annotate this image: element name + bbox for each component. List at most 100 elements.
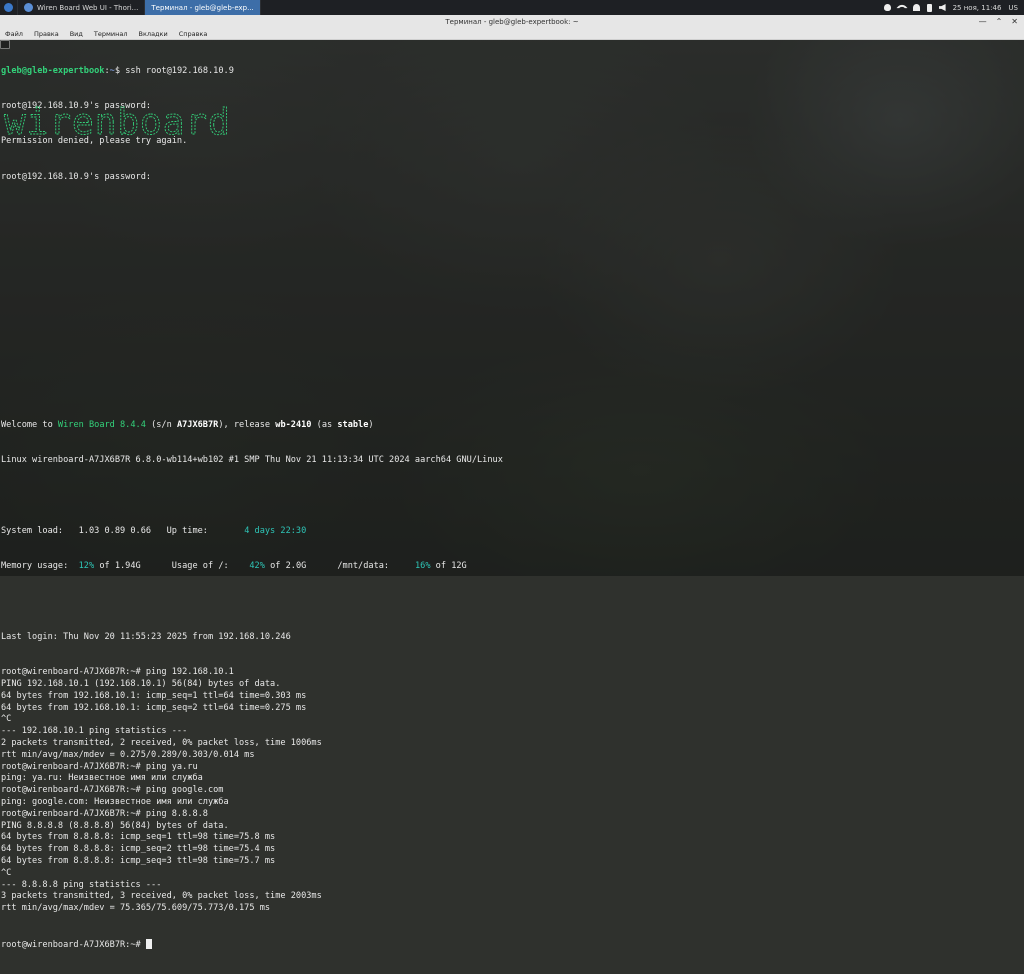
output-text: ping: google.com: Неизвестное имя или сл… [1, 797, 229, 807]
browser-icon [24, 3, 33, 12]
sysload-value: 1.03 0.89 0.66 [78, 525, 152, 536]
menu-file[interactable]: Файл [5, 30, 23, 38]
output-text: 2 packets transmitted, 2 received, 0% pa… [1, 738, 322, 749]
command-output-block: root@wirenboard-A7JX6B7R:~# ping 192.168… [1, 667, 503, 915]
maximize-button[interactable]: ⌃ [996, 17, 1003, 27]
battery-icon[interactable] [926, 3, 932, 12]
taskbar-item-terminal[interactable]: Терминал - gleb@gleb-exp... [0, 0, 261, 49]
menu-edit[interactable]: Правка [34, 30, 59, 38]
output-text: --- 192.168.10.1 ping statistics --- [1, 726, 188, 737]
welcome-as-prefix: (as [311, 419, 338, 430]
local-prompt-user: gleb@gleb-expertbook [1, 65, 105, 76]
output-line: 64 bytes from 192.168.10.1: icmp_seq=1 t… [1, 691, 503, 703]
current-prompt-line: root@wirenboard-A7JX6B7R:~# [1, 938, 503, 951]
data-label: /mnt/data: [306, 561, 415, 572]
welcome-sn-prefix: (s/n [145, 419, 177, 430]
output-text: --- 8.8.8.8 ping statistics --- [1, 879, 162, 890]
output-line: 64 bytes from 8.8.8.8: icmp_seq=1 ttl=98… [1, 832, 503, 844]
terminal-line: System load: 1.03 0.89 0.66 Up time: 4 d… [1, 526, 503, 538]
output-text: PING 192.168.10.1 (192.168.10.1) 56(84) … [1, 679, 281, 690]
app-menu-icon [4, 3, 13, 12]
output-line: ^C [1, 868, 503, 880]
root-of: of 2.0G [264, 561, 307, 572]
lightbulb-icon[interactable] [883, 4, 891, 11]
mem-label: Memory usage: [1, 561, 79, 572]
wifi-icon[interactable] [895, 1, 908, 14]
app-menu-button[interactable] [0, 0, 18, 15]
window-titlebar[interactable]: Терминал - gleb@gleb-expertbook: ~ — ⌃ ✕ [0, 15, 1024, 29]
remote-prompt: root@wirenboard-A7JX6B7R:~# [1, 808, 141, 819]
close-button[interactable]: ✕ [1011, 17, 1018, 27]
output-line: ^C [1, 714, 503, 726]
output-text: 64 bytes from 192.168.10.1: icmp_seq=1 t… [1, 690, 307, 701]
logo-spacer [1, 207, 503, 219]
welcome-prefix: Welcome to [1, 419, 58, 430]
welcome-release: wb-2410 [275, 419, 312, 430]
minimize-button[interactable]: — [979, 17, 987, 27]
menu-tabs[interactable]: Вкладки [139, 30, 168, 38]
data-pct: 16% [414, 561, 431, 572]
wirenboard-ascii-logo: wirenboard [4, 102, 231, 140]
local-command: ssh root@192.168.10.9 [125, 65, 234, 76]
window-controls: — ⌃ ✕ [979, 17, 1018, 27]
root-pct: 42% [249, 561, 265, 572]
text-cursor [145, 938, 152, 949]
output-line: ping: google.com: Неизвестное имя или сл… [1, 797, 503, 809]
command-line: root@wirenboard-A7JX6B7R:~# ping 192.168… [1, 667, 503, 679]
command-line: root@wirenboard-A7JX6B7R:~# ping 8.8.8.8 [1, 809, 503, 821]
taskbar-item-browser[interactable]: Wiren Board Web UI - Thori... [18, 0, 146, 15]
output-text: rtt min/avg/max/mdev = 75.365/75.609/75.… [1, 903, 271, 914]
command-line: root@wirenboard-A7JX6B7R:~# ping google.… [1, 785, 503, 797]
welcome-sn-suffix: ), release [218, 419, 276, 430]
mem-of: of 1.94G [94, 561, 141, 572]
output-text: 64 bytes from 8.8.8.8: icmp_seq=1 ttl=98… [1, 832, 276, 843]
volume-icon[interactable] [938, 4, 946, 11]
output-text: 64 bytes from 8.8.8.8: icmp_seq=2 ttl=98… [1, 844, 276, 855]
uptime-label: Up time: [151, 525, 245, 536]
output-text: 64 bytes from 192.168.10.1: icmp_seq=2 t… [1, 702, 307, 713]
system-tray: 25 ноя, 11:46 US [883, 1, 1024, 14]
data-of: of 12G [430, 561, 467, 572]
terminal-line: Linux wirenboard-A7JX6B7R 6.8.0-wb114+wb… [1, 454, 503, 465]
taskbar-item-label: Wiren Board Web UI - Thori... [37, 3, 139, 12]
notification-bell-icon[interactable] [912, 4, 920, 11]
mem-pct: 12% [78, 561, 95, 572]
output-line: ping: ya.ru: Неизвестное имя или служба [1, 773, 503, 785]
output-line: --- 192.168.10.1 ping statistics --- [1, 726, 503, 738]
local-prompt-path: ~ [109, 65, 115, 76]
root-label: Usage of /: [140, 561, 250, 572]
menu-view[interactable]: Вид [70, 30, 83, 38]
output-line: 64 bytes from 192.168.10.1: icmp_seq=2 t… [1, 703, 503, 715]
output-line: --- 8.8.8.8 ping statistics --- [1, 880, 503, 892]
output-text: rtt min/avg/max/mdev = 0.275/0.289/0.303… [1, 749, 255, 760]
output-text: ^C [1, 714, 12, 725]
remote-prompt: root@wirenboard-A7JX6B7R:~# [1, 939, 141, 950]
logo-spacer [1, 313, 503, 325]
output-line: PING 8.8.8.8 (8.8.8.8) 56(84) bytes of d… [1, 821, 503, 833]
output-text: PING 8.8.8.8 (8.8.8.8) 56(84) bytes of d… [1, 820, 229, 831]
taskbar-item-label: Терминал - gleb@gleb-exp... [151, 3, 254, 12]
output-line: PING 192.168.10.1 (192.168.10.1) 56(84) … [1, 679, 503, 691]
remote-prompt: root@wirenboard-A7JX6B7R:~# [1, 785, 141, 796]
terminal-line: Welcome to Wiren Board 8.4.4 (s/n A7JX6B… [1, 420, 503, 432]
command-text: ping 8.8.8.8 [140, 808, 208, 819]
terminal-line: root@192.168.10.9's password: [1, 171, 152, 182]
terminal-line: Last login: Thu Nov 20 11:55:23 2025 fro… [1, 631, 291, 642]
top-panel: Wiren Board Web UI - Thori... Терминал -… [0, 0, 1024, 49]
clock[interactable]: 25 ноя, 11:46 [953, 4, 1002, 12]
menu-help[interactable]: Справка [179, 30, 208, 38]
welcome-as-suffix: ) [368, 419, 374, 430]
menu-terminal[interactable]: Терминал [94, 30, 128, 38]
logo-spacer [1, 243, 503, 255]
output-text: ping: ya.ru: Неизвестное имя или служба [1, 773, 203, 784]
output-line: rtt min/avg/max/mdev = 0.275/0.289/0.303… [1, 750, 503, 762]
terminal-area[interactable]: gleb@gleb-expertbook:~$ ssh root@192.168… [0, 40, 1024, 950]
output-line: rtt min/avg/max/mdev = 75.365/75.609/75.… [1, 903, 503, 915]
terminal-output: gleb@gleb-expertbook:~$ ssh root@192.168… [1, 42, 503, 974]
command-line: root@wirenboard-A7JX6B7R:~# ping ya.ru [1, 762, 503, 774]
keyboard-layout-indicator[interactable]: US [1008, 4, 1018, 12]
terminal-line: gleb@gleb-expertbook:~$ ssh root@192.168… [1, 65, 234, 76]
terminal-line: Memory usage: 12% of 1.94G Usage of /: 4… [1, 561, 503, 573]
